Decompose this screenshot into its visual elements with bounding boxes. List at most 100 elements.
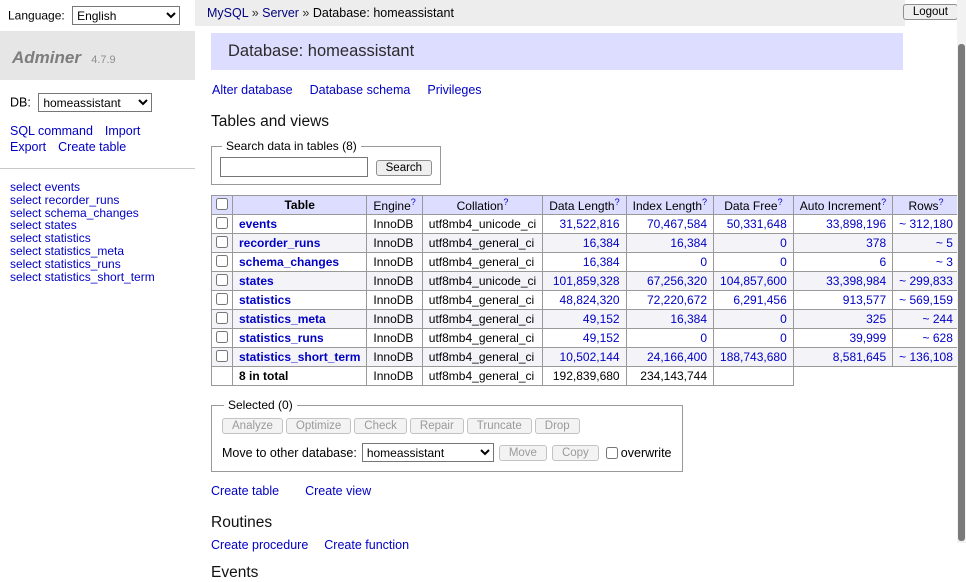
- index-length-link[interactable]: 70,467,584: [647, 217, 707, 231]
- column-help-link[interactable]: ?: [881, 197, 886, 207]
- sidebar-item-select-statistics-short-term[interactable]: select statistics_short_term: [10, 271, 185, 284]
- auto-increment-link[interactable]: 325: [866, 312, 886, 326]
- data-length-link[interactable]: 10,502,144: [560, 350, 620, 364]
- table-link[interactable]: states: [239, 274, 274, 288]
- table-link[interactable]: statistics_meta: [239, 312, 326, 326]
- select-all-checkbox[interactable]: [216, 198, 228, 210]
- index-length-link[interactable]: 0: [700, 255, 707, 269]
- repair-button[interactable]: Repair: [410, 418, 464, 434]
- data-free-link[interactable]: 188,743,680: [720, 350, 787, 364]
- auto-increment-link[interactable]: 8,581,645: [833, 350, 886, 364]
- sidebar-item-select-statistics-meta[interactable]: select statistics_meta: [10, 245, 185, 258]
- sidebar-action-sql-command[interactable]: SQL command: [10, 124, 93, 138]
- data-free-link[interactable]: 0: [780, 236, 787, 250]
- data-length-link[interactable]: 49,152: [583, 312, 620, 326]
- rows-count-link[interactable]: ~ 312,180: [899, 217, 953, 231]
- auto-increment-link[interactable]: 33,898,196: [826, 217, 886, 231]
- data-length-link[interactable]: 48,824,320: [560, 293, 620, 307]
- rows-count-link[interactable]: ~ 5: [936, 236, 953, 250]
- analyze-button[interactable]: Analyze: [222, 418, 283, 434]
- row-checkbox[interactable]: [216, 331, 228, 343]
- index-length-link[interactable]: 16,384: [670, 236, 707, 250]
- data-free-link[interactable]: 0: [780, 312, 787, 326]
- column-help-link[interactable]: ?: [778, 197, 783, 207]
- column-help-link[interactable]: ?: [615, 197, 620, 207]
- table-link[interactable]: schema_changes: [239, 255, 339, 269]
- data-length-link[interactable]: 16,384: [583, 255, 620, 269]
- search-button[interactable]: Search: [376, 160, 432, 176]
- search-input[interactable]: [220, 157, 368, 177]
- db-select[interactable]: homeassistant: [38, 93, 152, 112]
- create-table-link[interactable]: Create table: [211, 484, 279, 498]
- move-db-select[interactable]: homeassistant: [362, 443, 494, 462]
- row-checkbox[interactable]: [216, 274, 228, 286]
- sidebar-action-create-table[interactable]: Create table: [58, 140, 126, 154]
- sidebar-item-select-events[interactable]: select events: [10, 181, 185, 194]
- data-length-link[interactable]: 101,859,328: [553, 274, 620, 288]
- auto-increment-link[interactable]: 6: [879, 255, 886, 269]
- row-checkbox[interactable]: [216, 255, 228, 267]
- table-link[interactable]: statistics_short_term: [239, 350, 360, 364]
- logout-button[interactable]: Logout: [903, 4, 958, 20]
- index-length-link[interactable]: 0: [700, 331, 707, 345]
- move-button[interactable]: Move: [499, 445, 547, 461]
- auto-increment-link[interactable]: 33,398,984: [826, 274, 886, 288]
- row-checkbox[interactable]: [216, 236, 228, 248]
- column-help-link[interactable]: ?: [939, 197, 944, 207]
- row-checkbox[interactable]: [216, 350, 228, 362]
- database-schema-link[interactable]: Database schema: [310, 83, 411, 97]
- sidebar-item-select-recorder-runs[interactable]: select recorder_runs: [10, 194, 185, 207]
- sidebar-action-export[interactable]: Export: [10, 140, 46, 154]
- auto-increment-link[interactable]: 39,999: [849, 331, 886, 345]
- auto-increment-link[interactable]: 913,577: [843, 293, 886, 307]
- auto-increment-link[interactable]: 378: [866, 236, 886, 250]
- breadcrumb-link-mysql[interactable]: MySQL: [207, 6, 248, 20]
- create-procedure-link[interactable]: Create procedure: [211, 538, 308, 552]
- column-help-link[interactable]: ?: [702, 197, 707, 207]
- rows-count-link[interactable]: ~ 244: [923, 312, 953, 326]
- data-length-link[interactable]: 31,522,816: [560, 217, 620, 231]
- table-link[interactable]: recorder_runs: [239, 236, 320, 250]
- rows-count-link[interactable]: ~ 3: [936, 255, 953, 269]
- index-length-link[interactable]: 72,220,672: [647, 293, 707, 307]
- create-view-link[interactable]: Create view: [305, 484, 371, 498]
- data-free-link[interactable]: 50,331,648: [727, 217, 787, 231]
- data-free-link[interactable]: 6,291,456: [733, 293, 786, 307]
- truncate-button[interactable]: Truncate: [467, 418, 532, 434]
- data-length-link[interactable]: 16,384: [583, 236, 620, 250]
- data-free-link[interactable]: 0: [780, 255, 787, 269]
- index-length-link[interactable]: 67,256,320: [647, 274, 707, 288]
- rows-count-link[interactable]: ~ 299,833: [899, 274, 953, 288]
- drop-button[interactable]: Drop: [535, 418, 580, 434]
- index-length-link[interactable]: 24,166,400: [647, 350, 707, 364]
- table-link[interactable]: statistics_runs: [239, 331, 324, 345]
- sidebar-item-select-statistics-runs[interactable]: select statistics_runs: [10, 258, 185, 271]
- data-free-link[interactable]: 104,857,600: [720, 274, 787, 288]
- column-help-link[interactable]: ?: [411, 197, 416, 207]
- copy-button[interactable]: Copy: [552, 445, 599, 461]
- alter-database-link[interactable]: Alter database: [212, 83, 293, 97]
- privileges-link[interactable]: Privileges: [427, 83, 481, 97]
- optimize-button[interactable]: Optimize: [286, 418, 351, 434]
- row-checkbox[interactable]: [216, 217, 228, 229]
- create-function-link[interactable]: Create function: [324, 538, 409, 552]
- scrollbar-thumb[interactable]: [958, 44, 965, 541]
- rows-count-link[interactable]: ~ 628: [923, 331, 953, 345]
- index-length-link[interactable]: 16,384: [670, 312, 707, 326]
- adminer-brand-link[interactable]: Adminer: [12, 48, 81, 67]
- sidebar-action-import[interactable]: Import: [105, 124, 140, 138]
- language-select[interactable]: English: [72, 6, 180, 25]
- rows-count-link[interactable]: ~ 136,108: [899, 350, 953, 364]
- row-checkbox[interactable]: [216, 312, 228, 324]
- data-free-link[interactable]: 0: [780, 331, 787, 345]
- table-link[interactable]: events: [239, 217, 277, 231]
- column-help-link[interactable]: ?: [503, 197, 508, 207]
- rows-count-link[interactable]: ~ 569,159: [899, 293, 953, 307]
- check-button[interactable]: Check: [354, 418, 407, 434]
- table-link[interactable]: statistics: [239, 293, 291, 307]
- breadcrumb-link-server[interactable]: Server: [262, 6, 299, 20]
- row-checkbox[interactable]: [216, 293, 228, 305]
- scrollbar-track[interactable]: [957, 0, 966, 543]
- overwrite-checkbox[interactable]: [606, 447, 618, 459]
- data-length-link[interactable]: 49,152: [583, 331, 620, 345]
